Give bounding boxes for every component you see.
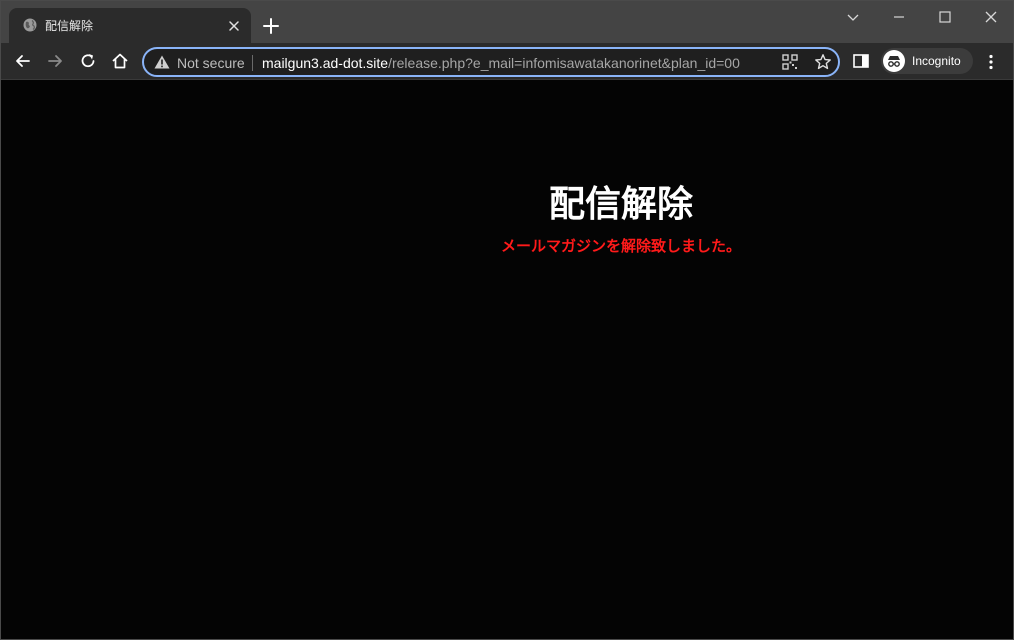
maximize-icon[interactable] [935,7,955,27]
page-content: 配信解除 メールマガジンを解除致しました。 [1,81,1013,639]
browser-window: 配信解除 Not secure mailgun3.ad-dot.site/rel… [0,0,1014,640]
kebab-menu-icon[interactable] [983,53,999,71]
profile-label: Incognito [912,54,961,68]
back-icon[interactable] [13,51,33,71]
unsubscribe-message: メールマガジンを解除致しました。 [500,237,741,255]
omnibox-divider [252,55,253,71]
tab-active[interactable]: 配信解除 [9,8,251,43]
tab-title: 配信解除 [45,19,94,33]
url-text[interactable]: mailgun3.ad-dot.site/release.php?e_mail=… [262,55,740,71]
url-path: /release.php?e_mail=infomisawatakanorine… [388,55,740,71]
globe-icon [23,18,37,32]
home-icon[interactable] [110,51,130,71]
minimize-icon[interactable] [889,7,909,27]
warning-icon[interactable] [154,55,170,69]
new-tab-icon[interactable] [261,16,281,36]
profile-button[interactable]: Incognito [881,48,973,74]
incognito-icon [883,50,905,72]
browser-toolbar: Not secure mailgun3.ad-dot.site/release.… [1,43,1013,80]
qr-code-icon[interactable] [782,54,798,70]
close-icon[interactable] [226,18,242,34]
side-panel-icon[interactable] [853,54,869,68]
forward-icon[interactable] [45,51,65,71]
bookmark-star-icon[interactable] [814,53,832,71]
tab-strip: 配信解除 [1,1,1013,43]
reload-icon[interactable] [78,51,98,71]
chevron-down-icon[interactable] [843,7,863,27]
window-close-icon[interactable] [981,7,1001,27]
address-bar[interactable]: Not secure mailgun3.ad-dot.site/release.… [142,47,840,77]
url-host: mailgun3.ad-dot.site [262,55,389,71]
page-title: 配信解除 [548,184,693,225]
security-label[interactable]: Not secure [177,55,245,71]
